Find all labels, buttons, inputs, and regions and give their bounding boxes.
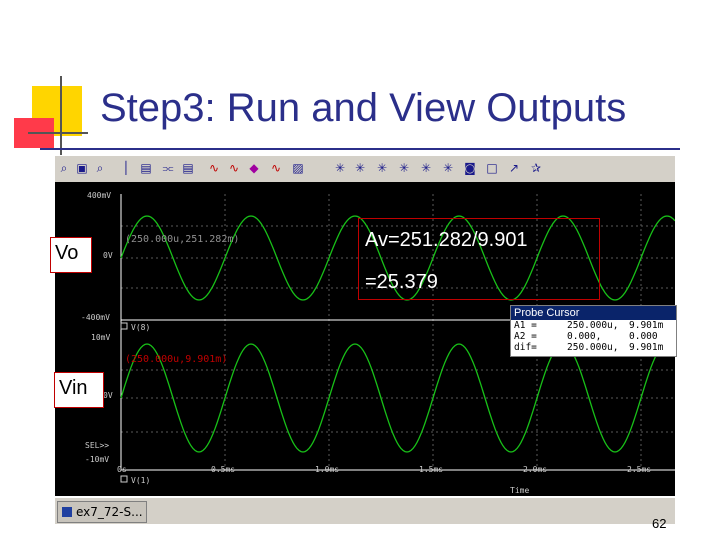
axis-icon[interactable]: │ (119, 160, 133, 176)
probe-row-dif: dif= 250.000u, 9.901m (511, 342, 676, 353)
plot-icon[interactable]: ⫗ (161, 160, 175, 176)
mark-icon[interactable]: ∿ (227, 160, 241, 176)
probe-toolbar: ⌕ ▣ ⌕ │ ▤ ⫗ ▤ ∿ ∿ ◆ ∿ ▨ ✳ ✳ ✳ ✳ ✳ ✳ ◙ □ … (55, 155, 675, 183)
mark-label-icon[interactable]: ✰ (529, 160, 543, 176)
y-tick-bottom-zero: 0V (103, 391, 113, 400)
probe-row-value: 9.901m (629, 342, 664, 353)
cursor-annotation-top: (250.000u,251.282m) (125, 234, 239, 245)
min-icon[interactable]: ✳ (333, 160, 347, 176)
label-icon[interactable]: ✳ (397, 160, 411, 176)
taskbar-task-label: ex7_72-S... (76, 505, 143, 519)
slope-marker-icon[interactable]: ✳ (419, 160, 433, 176)
peak-icon[interactable]: ◆ (247, 160, 261, 176)
cursor-annotation-bottom: (250.000u,9.901m) (125, 354, 227, 365)
vo-label: Vo (50, 237, 92, 273)
probe-row-name: dif= (514, 342, 537, 353)
vin-label-text: Vin (59, 377, 88, 399)
probe-row-name: A2 = (514, 331, 537, 342)
zoom-icon[interactable]: ⌕ (93, 160, 107, 176)
app-icon (62, 507, 72, 517)
x-tick-label: 1.0ms (315, 465, 339, 474)
x-axis-label: Time (510, 486, 529, 495)
probe-row-value: 0.000 (629, 331, 658, 342)
x-tick-label: 1.5ms (419, 465, 443, 474)
trace-marker-v1-icon (120, 475, 128, 483)
x-tick-label: 0s (117, 465, 127, 474)
probe-cursor-window[interactable]: Probe Cursor A1 = 250.000u, 9.901m A2 = … (510, 305, 677, 357)
text-icon[interactable]: □ (485, 160, 499, 176)
arrow-icon[interactable]: ↗ (507, 160, 521, 176)
probe-row-time: 0.000, (567, 331, 602, 342)
title-underline (40, 148, 680, 150)
gain-result: =25.379 (365, 271, 438, 293)
deco-vertical-line (60, 76, 62, 156)
gain-calculation-box: Av=251.282/9.901 =25.379 (358, 218, 600, 300)
binoculars-icon[interactable]: ◙ (463, 160, 477, 176)
trace-label-v8[interactable]: V(8) (131, 323, 150, 332)
add-trace-icon[interactable]: ▤ (139, 160, 153, 176)
trace-label-v1[interactable]: V(1) (131, 476, 150, 485)
x-tick-label: 0.5ms (211, 465, 235, 474)
y-tick-top-zero: 0V (103, 251, 113, 260)
sel-label: SEL>> (85, 441, 109, 450)
slide-title: Step3: Run and View Outputs (100, 86, 627, 130)
probe-cursor-title: Probe Cursor (511, 306, 676, 320)
vin-label: Vin (54, 372, 104, 408)
page-number: 62 (652, 516, 667, 531)
vo-label-text: Vo (55, 242, 79, 264)
zoom-fit-icon[interactable]: ▣ (75, 160, 89, 176)
probe-row-time: 250.000u, (567, 342, 619, 353)
probe-row-a1: A1 = 250.000u, 9.901m (511, 320, 676, 331)
y-tick-bottom-max: 10mV (91, 333, 110, 342)
x-tick-label: 2.0ms (523, 465, 547, 474)
cursor-icon[interactable]: ∿ (207, 160, 221, 176)
deco-horizontal-line (28, 132, 88, 134)
probe-row-value: 9.901m (629, 320, 664, 331)
probe-row-name: A1 = (514, 320, 537, 331)
min-marker-icon[interactable]: ✳ (441, 160, 455, 176)
max-icon[interactable]: ✳ (353, 160, 367, 176)
taskbar-task-button[interactable]: ex7_72-S... (57, 501, 147, 523)
trough-icon[interactable]: ∿ (269, 160, 283, 176)
trace-marker-v8-icon (120, 322, 128, 330)
probe-row-time: 250.000u, (567, 320, 619, 331)
y-tick-bottom-min: -10mV (85, 455, 109, 464)
slope-icon[interactable]: ▨ (291, 160, 305, 176)
x-tick-label: 2.5ms (627, 465, 651, 474)
y-tick-top-min: -400mV (81, 313, 110, 322)
zoom-area-icon[interactable]: ⌕ (57, 160, 71, 176)
point-icon[interactable]: ✳ (375, 160, 389, 176)
windows-taskbar: ex7_72-S... (55, 497, 675, 524)
gain-formula: Av=251.282/9.901 (365, 229, 528, 251)
y-tick-top-max: 400mV (87, 191, 111, 200)
fourier-icon[interactable]: ▤ (181, 160, 195, 176)
probe-row-a2: A2 = 0.000, 0.000 (511, 331, 676, 342)
